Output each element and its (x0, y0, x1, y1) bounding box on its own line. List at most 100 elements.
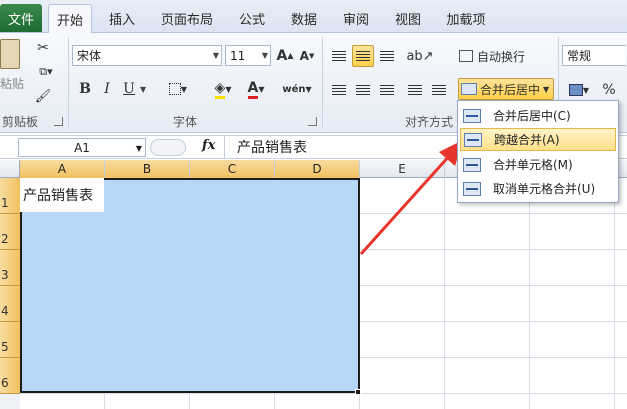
font-name-value: 宋体 (77, 49, 102, 63)
chevron-down-icon: ▼ (261, 51, 268, 60)
select-all-corner[interactable] (0, 160, 20, 178)
tab-review[interactable]: 审阅 (334, 4, 378, 33)
font-size-select[interactable]: 11 ▼ (225, 45, 271, 66)
font-color-button[interactable]: A ▼ (242, 79, 270, 99)
menu-item-merge-center[interactable]: 合并后居中(C) (460, 104, 616, 127)
menu-item-merge-cells[interactable]: 合并单元格(M) (460, 153, 616, 176)
number-format-select[interactable]: 常规 (562, 45, 626, 66)
shrink-font-button[interactable]: A ▼ (298, 45, 316, 66)
row-header-filler (0, 394, 20, 409)
font-color-icon: A (247, 80, 259, 99)
row-header-6[interactable]: 6 (0, 358, 20, 394)
align-middle-icon (356, 50, 370, 62)
fx-icon[interactable]: fx (202, 138, 215, 153)
fill-color-button[interactable]: ◈ ▼ (208, 79, 238, 99)
align-middle-button[interactable] (352, 45, 374, 67)
borders-button[interactable]: ▼ (164, 79, 192, 99)
ribbon-tab-bar: 文件 开始 插入 页面布局 公式 数据 审阅 视图 加载项 (0, 0, 627, 33)
clipboard-icon (0, 39, 20, 69)
tab-file[interactable]: 文件 (0, 4, 42, 32)
name-box-value: A1 (74, 140, 90, 155)
chevron-down-icon[interactable]: ▼ (140, 85, 146, 94)
fill-handle[interactable] (355, 389, 361, 395)
menu-item-label: 合并单元格(M) (493, 158, 573, 172)
wrap-text-button[interactable]: 自动换行 (458, 45, 554, 67)
name-box[interactable]: A1 ▼ (18, 138, 146, 157)
increase-indent-button[interactable] (428, 79, 450, 101)
merge-dropdown-menu: 合并后居中(C) 跨越合并(A) 合并单元格(M) 取消单元格合并(U) (457, 100, 619, 203)
tab-insert[interactable]: 插入 (100, 4, 144, 33)
menu-item-label: 跨越合并(A) (494, 133, 560, 147)
tab-data[interactable]: 数据 (282, 4, 326, 33)
shrink-font-icon: A (299, 48, 309, 63)
align-center-button[interactable] (352, 79, 374, 101)
font-name-select[interactable]: 宋体 ▼ (72, 45, 222, 66)
paste-label: 粘贴 (0, 77, 25, 91)
row-header-5[interactable]: 5 (0, 322, 20, 358)
group-divider (322, 37, 323, 129)
underline-button[interactable]: U (120, 79, 138, 99)
tab-formulas[interactable]: 公式 (230, 4, 274, 33)
tab-view[interactable]: 视图 (386, 4, 430, 33)
chevron-down-icon: ▼ (135, 144, 142, 153)
clipboard-group-label: 剪贴板 (1, 115, 38, 129)
font-dialog-launcher[interactable] (308, 117, 317, 126)
phonetic-button[interactable]: wén ▼ (282, 77, 312, 101)
decrease-indent-button[interactable] (404, 79, 426, 101)
column-header-a[interactable]: A (20, 160, 105, 178)
format-painter-icon[interactable]: 🖌 (34, 87, 52, 105)
group-divider (68, 37, 69, 129)
formula-bar-splitter[interactable] (150, 139, 186, 156)
bold-button[interactable]: B (76, 79, 94, 99)
align-left-button[interactable] (328, 79, 350, 101)
cut-icon[interactable]: ✂ (34, 39, 52, 57)
wrap-text-label: 自动换行 (477, 49, 526, 64)
merge-cells-icon (463, 157, 481, 172)
menu-item-label: 取消单元格合并(U) (493, 182, 596, 196)
font-group-label: 字体 (172, 115, 197, 129)
row-header-1[interactable]: 1 (0, 178, 20, 214)
align-right-icon (380, 84, 394, 96)
align-bottom-icon (380, 50, 394, 62)
unmerge-cells-icon (463, 181, 481, 196)
clipboard-dialog-launcher[interactable] (54, 117, 63, 126)
paste-button[interactable]: 粘贴 (0, 37, 24, 95)
merge-center-label: 合并后居中 (480, 82, 541, 97)
align-right-button[interactable] (376, 79, 398, 101)
align-center-icon (356, 84, 370, 96)
menu-item-unmerge-cells[interactable]: 取消单元格合并(U) (460, 177, 616, 200)
copy-icon[interactable]: ⧉▾ (34, 63, 58, 81)
tab-page-layout[interactable]: 页面布局 (152, 4, 222, 33)
accounting-format-button[interactable]: ▼ (564, 79, 594, 101)
row-header-3[interactable]: 3 (0, 250, 20, 286)
column-header-c[interactable]: C (190, 160, 275, 178)
orientation-button[interactable]: ab↗ (406, 45, 434, 67)
wrap-text-icon (459, 50, 473, 62)
column-header-d[interactable]: D (275, 160, 360, 178)
percent-button[interactable]: % (598, 79, 620, 101)
increase-indent-icon (432, 84, 446, 96)
align-top-button[interactable] (328, 45, 350, 67)
wen-icon: wén (282, 83, 306, 95)
align-top-icon (332, 50, 346, 62)
column-header-b[interactable]: B (105, 160, 190, 178)
currency-icon (568, 84, 583, 96)
italic-button[interactable]: I (98, 79, 116, 99)
number-format-value: 常规 (567, 49, 592, 63)
row-header-2[interactable]: 2 (0, 214, 20, 250)
tab-home[interactable]: 开始 (48, 4, 92, 33)
row-header-4[interactable]: 4 (0, 286, 20, 322)
grow-font-button[interactable]: A ▲ (276, 45, 294, 66)
grow-font-icon: A (276, 47, 288, 64)
menu-item-merge-across[interactable]: 跨越合并(A) (460, 128, 616, 151)
orientation-icon: ab↗ (406, 48, 434, 64)
chevron-down-icon: ▼ (212, 51, 219, 60)
tab-addins[interactable]: 加载项 (438, 4, 494, 33)
cell-a1[interactable]: 产品销售表 (20, 178, 104, 212)
merge-center-icon (463, 108, 481, 123)
annotation-arrow-shaft (359, 152, 453, 256)
merge-center-button[interactable]: 合并后居中 ▼ (458, 78, 554, 100)
merge-center-icon (461, 83, 477, 95)
decrease-indent-icon (408, 84, 422, 96)
align-bottom-button[interactable] (376, 45, 398, 67)
